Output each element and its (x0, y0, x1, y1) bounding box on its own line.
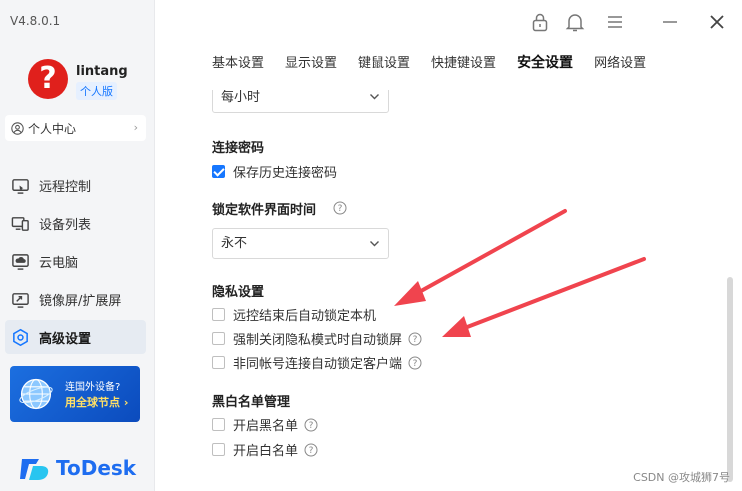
help-icon[interactable]: ? (304, 443, 318, 457)
tab-basic-settings[interactable]: 基本设置 (212, 52, 264, 72)
tab-security-settings[interactable]: 安全设置 (517, 52, 573, 72)
username: lintang (76, 64, 128, 79)
tab-display-settings[interactable]: 显示设置 (285, 52, 337, 72)
bell-icon[interactable] (564, 11, 586, 33)
save-history-password-checkbox[interactable] (212, 165, 225, 178)
globe-icon (19, 378, 53, 410)
chevron-down-icon (370, 94, 379, 100)
tab-shortcut-settings[interactable]: 快捷键设置 (431, 52, 496, 72)
svg-text:?: ? (309, 421, 314, 431)
sidebar-item-label: 云电脑 (39, 255, 79, 271)
watermark: CSDN @攻城狮7号 (633, 471, 730, 484)
sidebar-item-label: 镜像屏/扩展屏 (39, 293, 122, 309)
lock-client-different-account-option[interactable]: 非同帐号连接自动锁定客户端 ? (212, 353, 422, 372)
help-icon[interactable]: ? (408, 332, 422, 346)
brand-name: ToDesk (56, 456, 137, 480)
auto-lock-after-remote-label: 远控结束后自动锁定本机 (233, 309, 377, 324)
enable-blacklist-checkbox[interactable] (212, 418, 225, 431)
enable-blacklist-label: 开启黑名单 (233, 419, 299, 434)
lock-icon[interactable] (529, 11, 551, 33)
remote-control-icon (12, 178, 29, 194)
lock-on-privacy-close-label: 强制关闭隐私模式时自动锁屏 (233, 333, 403, 348)
sidebar-item-mirror-screen[interactable]: 镜像屏/扩展屏 (5, 282, 146, 316)
todesk-logo: ToDesk (20, 455, 136, 481)
privacy-title: 隐私设置 (212, 285, 265, 300)
lock-client-different-account-label: 非同帐号连接自动锁定客户端 (233, 357, 403, 372)
menu-icon[interactable] (604, 11, 626, 33)
svg-text:?: ? (413, 359, 418, 369)
lock-client-different-account-checkbox[interactable] (212, 356, 225, 369)
help-icon[interactable]: ? (408, 356, 422, 370)
enable-whitelist-label: 开启白名单 (233, 444, 299, 459)
mirror-screen-icon (12, 292, 29, 308)
help-icon[interactable]: ? (333, 201, 347, 215)
sidebar-item-label: 高级设置 (39, 331, 92, 347)
settings-tabs: 基本设置 显示设置 键鼠设置 快捷键设置 安全设置 网络设置 (212, 52, 667, 72)
help-icon[interactable]: ? (304, 418, 318, 432)
personal-center-label: 个人中心 (28, 121, 77, 136)
enable-whitelist-checkbox[interactable] (212, 443, 225, 456)
enable-whitelist-option[interactable]: 开启白名单 ? (212, 440, 318, 459)
annotation-arrow-2 (442, 257, 646, 337)
sidebar-item-label: 远程控制 (39, 179, 92, 195)
tab-keyboard-mouse-settings[interactable]: 键鼠设置 (358, 52, 410, 72)
svg-text:?: ? (413, 335, 418, 345)
blackwhite-title: 黑白名单管理 (212, 395, 291, 410)
close-icon[interactable] (706, 11, 728, 33)
avatar[interactable]: ? (28, 59, 68, 99)
frequency-dropdown-value: 每小时 (221, 90, 261, 105)
user-icon (11, 121, 24, 135)
lock-time-title: 锁定软件界面时间 (212, 203, 317, 218)
sidebar-item-device-list[interactable]: 设备列表 (5, 206, 146, 240)
conn-password-title: 连接密码 (212, 141, 265, 156)
save-history-password-option[interactable]: 保存历史连接密码 (212, 162, 337, 181)
sidebar: V4.8.0.1 ? lintang 个人版 个人中心 › 远程控制 设备列表 … (0, 0, 155, 491)
todesk-logo-icon (20, 459, 49, 480)
lock-on-privacy-close-checkbox[interactable] (212, 332, 225, 345)
scrollbar-thumb[interactable] (727, 277, 733, 482)
svg-text:?: ? (338, 204, 343, 214)
promo-line-1: 连国外设备? (65, 382, 121, 393)
chevron-down-icon (370, 241, 379, 247)
lock-time-dropdown[interactable]: 永不 (212, 228, 389, 259)
edition-badge: 个人版 (76, 82, 117, 100)
auto-lock-after-remote-option[interactable]: 远控结束后自动锁定本机 (212, 305, 376, 324)
sidebar-item-advanced-settings[interactable]: 高级设置 (5, 320, 146, 354)
global-node-promo-banner[interactable]: 连国外设备? 用全球节点 › (10, 366, 140, 422)
auto-lock-after-remote-checkbox[interactable] (212, 308, 225, 321)
save-history-password-label: 保存历史连接密码 (233, 166, 338, 181)
advanced-settings-icon (13, 328, 28, 346)
sidebar-item-label: 设备列表 (39, 217, 92, 233)
sidebar-item-cloud-pc[interactable]: 云电脑 (5, 244, 146, 278)
minimize-icon[interactable] (659, 11, 681, 33)
cloud-pc-icon (12, 253, 29, 270)
version-label: V4.8.0.1 (10, 14, 61, 28)
lock-time-value: 永不 (221, 236, 248, 251)
tab-network-settings[interactable]: 网络设置 (594, 52, 646, 72)
enable-blacklist-option[interactable]: 开启黑名单 ? (212, 415, 318, 434)
scroll-mask (205, 80, 435, 90)
device-list-icon (11, 216, 29, 231)
annotation-arrow-1 (394, 209, 567, 306)
personal-center-button[interactable]: 个人中心 › (5, 115, 146, 141)
svg-text:?: ? (309, 446, 314, 456)
lock-on-privacy-close-option[interactable]: 强制关闭隐私模式时自动锁屏 ? (212, 329, 422, 348)
promo-line-2: 用全球节点 › (65, 396, 129, 409)
sidebar-item-remote-control[interactable]: 远程控制 (5, 168, 146, 202)
chevron-right-icon: › (133, 121, 138, 134)
